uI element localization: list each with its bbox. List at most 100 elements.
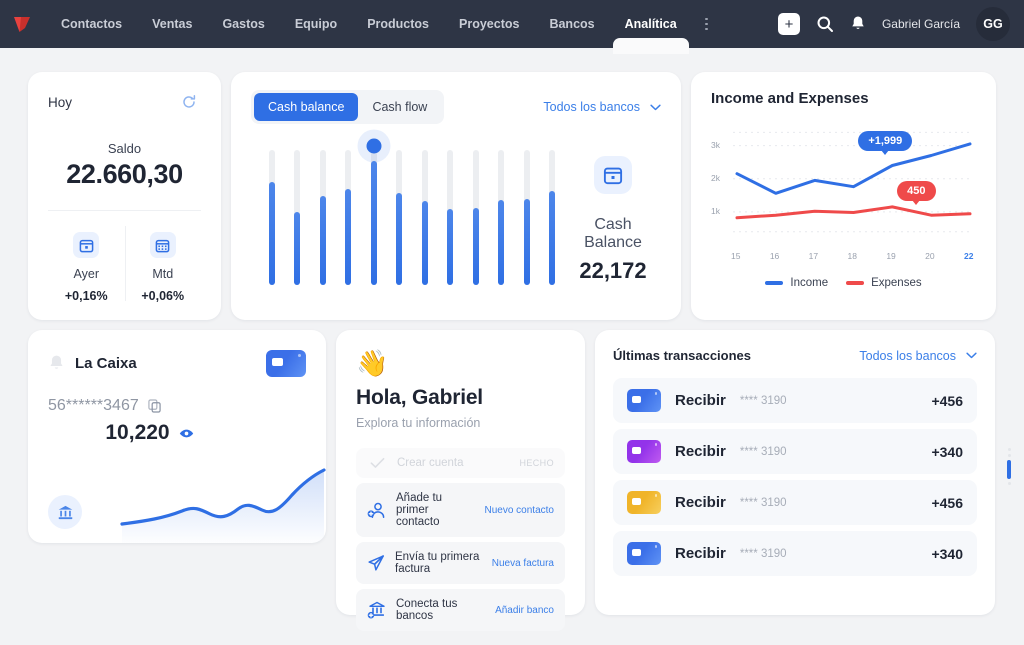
bell-icon	[850, 15, 866, 33]
copy-icon[interactable]	[148, 399, 161, 413]
add-bank-icon	[367, 601, 386, 619]
bar-highlight-dot[interactable]	[366, 138, 381, 153]
step-label: Envía tu primera factura	[395, 551, 482, 575]
bar-fill	[422, 201, 428, 285]
nav-item-gastos[interactable]: Gastos	[207, 0, 279, 48]
chevron-down-icon	[966, 352, 977, 359]
bar-track	[498, 150, 504, 285]
chart-annotation-tag: 450	[897, 181, 935, 201]
transaction-row[interactable]: Recibir**** 3190+340	[613, 531, 977, 576]
transaction-account-mask: **** 3190	[740, 395, 787, 407]
add-button[interactable]: +	[778, 13, 800, 35]
bar-track	[269, 150, 275, 285]
welcome-onboarding-card: 👋 Hola, Gabriel Explora tu información C…	[336, 330, 585, 615]
bar-slot[interactable]	[489, 150, 515, 285]
calendar-month-icon	[150, 232, 176, 258]
y-axis-tick: 3k	[711, 140, 720, 150]
step-action-link[interactable]: Nueva factura	[492, 558, 554, 569]
search-button[interactable]	[816, 15, 834, 33]
bar-slot[interactable]	[463, 150, 489, 285]
bar-track	[345, 150, 351, 285]
transaction-name: Recibir	[675, 545, 726, 562]
transaction-amount: +456	[931, 393, 963, 409]
bar-slot[interactable]	[336, 150, 362, 285]
transaction-row[interactable]: Recibir**** 3190+340	[613, 429, 977, 474]
bar-track	[396, 150, 402, 285]
bar-fill	[320, 196, 326, 285]
refresh-button[interactable]	[177, 90, 201, 114]
stat-value: +0,06%	[125, 289, 202, 303]
bar-track	[447, 150, 453, 285]
bar-slot[interactable]	[412, 150, 438, 285]
balance-label: Saldo	[48, 141, 201, 156]
transaction-name: Recibir	[675, 443, 726, 460]
tab-cash-flow[interactable]: Cash flow	[358, 93, 441, 121]
bar-track	[524, 150, 530, 285]
nav-item-productos[interactable]: Productos	[352, 0, 444, 48]
bank-filter-dropdown[interactable]: Todos los bancos	[543, 100, 661, 114]
bank-account-card: La Caixa 56******3467 10,220	[28, 330, 326, 543]
step-status: HECHO	[519, 458, 554, 468]
transaction-row[interactable]: Recibir**** 3190+456	[613, 378, 977, 423]
app-logo[interactable]	[0, 13, 46, 35]
onboarding-steps: Crear cuenta HECHO Añade tu primer conta…	[356, 448, 565, 631]
stat-mtd: Mtd +0,06%	[125, 226, 202, 303]
nav-item-proyectos[interactable]: Proyectos	[444, 0, 534, 48]
stat-label: Ayer	[48, 267, 125, 281]
transaction-row[interactable]: Recibir**** 3190+456	[613, 480, 977, 525]
transactions-scrollbar[interactable]	[1007, 448, 1011, 485]
nav-item-contactos[interactable]: Contactos	[46, 0, 137, 48]
cash-card-header: Cash balance Cash flow Todos los bancos	[251, 90, 661, 124]
eye-icon[interactable]	[179, 428, 194, 439]
bar-track	[371, 150, 377, 285]
step-action-link[interactable]: Nuevo contacto	[485, 505, 555, 516]
bar-slot[interactable]	[540, 150, 566, 285]
onboarding-step-bancos[interactable]: Conecta tus bancos Añadir banco	[356, 589, 565, 631]
series-line-expenses	[737, 207, 970, 218]
legend-item-income: Income	[765, 277, 828, 289]
legend-label: Expenses	[871, 277, 922, 289]
bar-slot[interactable]	[438, 150, 464, 285]
bar-slot[interactable]	[361, 150, 387, 285]
bar-fill	[447, 209, 453, 285]
notifications-button[interactable]	[850, 15, 866, 33]
account-balance: 10,220	[105, 421, 169, 445]
transactions-bank-filter[interactable]: Todos los bancos	[859, 349, 977, 363]
bar-slot[interactable]	[387, 150, 413, 285]
credit-card-icon	[627, 491, 661, 514]
credit-card-icon	[627, 389, 661, 412]
onboarding-step-contacto[interactable]: Añade tu primer contacto Nuevo contacto	[356, 483, 565, 537]
onboarding-step-factura[interactable]: Envía tu primera factura Nueva factura	[356, 542, 565, 584]
nav-items: Contactos Ventas Gastos Equipo Productos…	[46, 0, 722, 48]
bar-track	[320, 150, 326, 285]
bar-slot[interactable]	[259, 150, 285, 285]
balance-value: 22.660,30	[48, 159, 201, 190]
nav-item-analitica[interactable]: Analítica	[610, 0, 692, 48]
nav-item-equipo[interactable]: Equipo	[280, 0, 352, 48]
bar-slot[interactable]	[285, 150, 311, 285]
step-action-link[interactable]: Añadir banco	[495, 605, 554, 616]
onboarding-step-crear-cuenta: Crear cuenta HECHO	[356, 448, 565, 478]
masked-account-number: 56******3467	[48, 397, 139, 415]
nav-item-bancos[interactable]: Bancos	[534, 0, 609, 48]
waving-hand-icon: 👋	[356, 350, 565, 376]
y-axis-tick: 1k	[711, 206, 720, 216]
cash-view-tabs: Cash balance Cash flow	[251, 90, 444, 124]
more-vertical-icon	[705, 18, 708, 31]
nav-item-ventas[interactable]: Ventas	[137, 0, 207, 48]
avatar[interactable]: GG	[976, 7, 1010, 41]
dashboard-row-bottom: La Caixa 56******3467 10,220	[28, 330, 996, 615]
chevron-down-icon	[650, 104, 661, 111]
add-contact-icon	[367, 502, 386, 519]
check-icon	[367, 457, 387, 469]
bar-fill	[549, 191, 555, 286]
transaction-account-mask: **** 3190	[740, 548, 787, 560]
nav-more-button[interactable]	[692, 0, 722, 48]
bank-filter-label: Todos los bancos	[543, 100, 640, 114]
tab-cash-balance[interactable]: Cash balance	[254, 93, 358, 121]
bar-slot[interactable]	[514, 150, 540, 285]
bar-slot[interactable]	[310, 150, 336, 285]
user-name-label: Gabriel García	[882, 17, 960, 31]
income-expenses-card: Income and Expenses 1k2k3k15161718192022…	[691, 72, 996, 320]
bar-track	[294, 150, 300, 285]
